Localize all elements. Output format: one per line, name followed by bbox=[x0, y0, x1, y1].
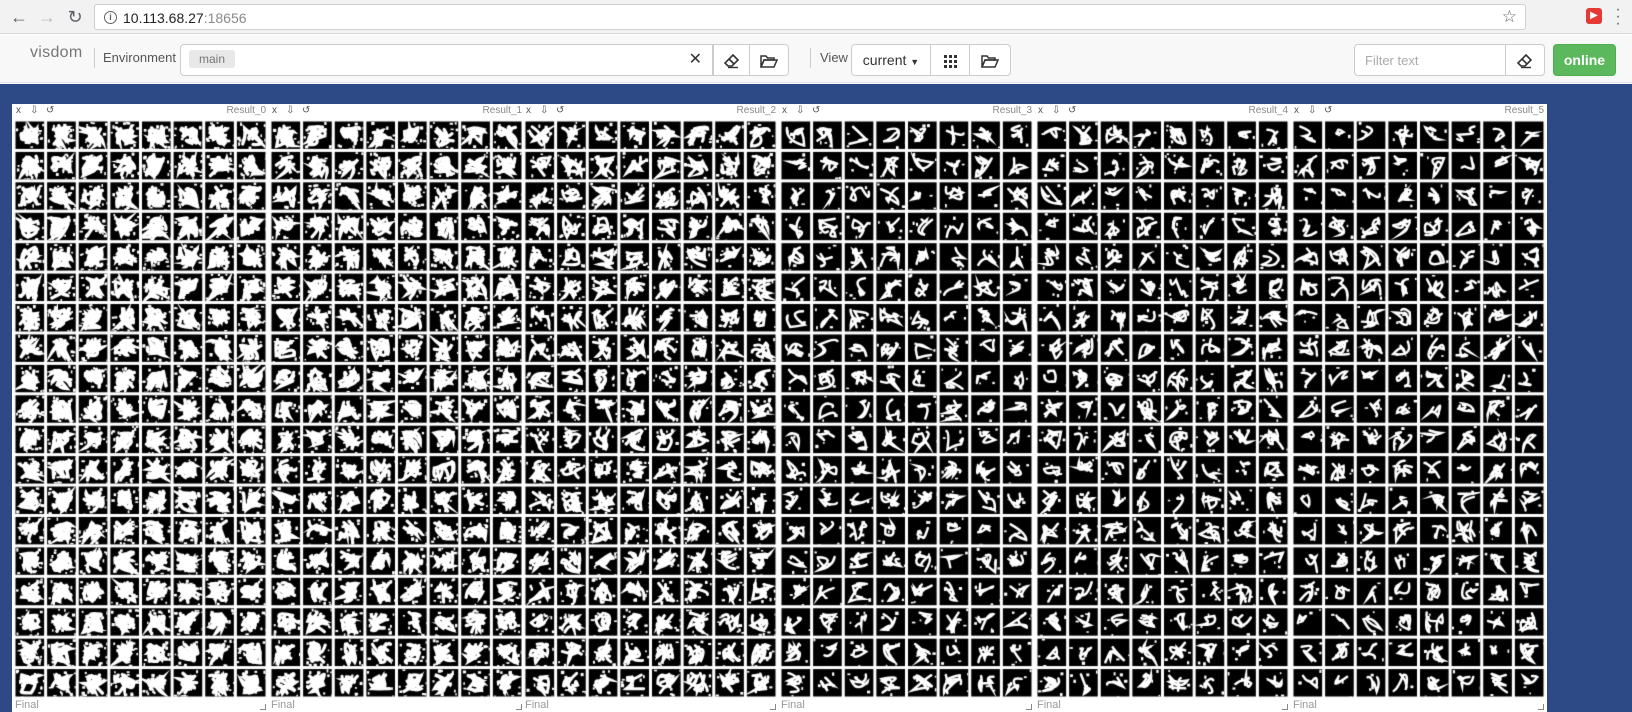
arrow-left-icon[interactable]: ← bbox=[8, 6, 30, 28]
divider bbox=[94, 48, 95, 68]
pane-caption: Final bbox=[781, 699, 805, 711]
info-icon[interactable]: i bbox=[104, 11, 117, 24]
pane-title: Result_4 bbox=[1248, 105, 1288, 116]
pane-title: Result_0 bbox=[226, 105, 266, 116]
download-icon[interactable]: ⇩ bbox=[1308, 104, 1316, 118]
download-icon[interactable]: ⇩ bbox=[286, 104, 294, 118]
url-port: :18656 bbox=[203, 10, 247, 26]
resize-handle-icon[interactable] bbox=[1538, 704, 1544, 710]
eraser-icon bbox=[1516, 54, 1533, 69]
divider bbox=[810, 48, 811, 68]
env-eraser-button[interactable] bbox=[713, 44, 750, 76]
download-icon[interactable]: ⇩ bbox=[30, 104, 38, 118]
close-icon[interactable]: x bbox=[782, 104, 787, 118]
pane-caption: Final bbox=[15, 699, 39, 711]
reset-icon[interactable]: ↺ bbox=[1324, 104, 1332, 118]
online-button[interactable]: online bbox=[1553, 44, 1616, 76]
pane-header: x ⇩ ↺ Result_5 bbox=[1290, 104, 1547, 118]
star-icon[interactable]: ☆ bbox=[1502, 7, 1517, 27]
brand-logo: visdom bbox=[30, 44, 83, 61]
resize-handle-icon[interactable] bbox=[1282, 704, 1288, 710]
image-pane[interactable]: x ⇩ ↺ Result_4 Final bbox=[1034, 104, 1291, 712]
resize-handle-icon[interactable] bbox=[260, 704, 266, 710]
env-folder-button[interactable] bbox=[749, 44, 789, 76]
close-icon[interactable]: ✕ bbox=[689, 49, 702, 69]
folder-open-icon bbox=[759, 55, 779, 69]
reset-icon[interactable]: ↺ bbox=[46, 104, 54, 118]
filter-input[interactable] bbox=[1354, 44, 1506, 76]
view-folder-button[interactable] bbox=[969, 44, 1011, 76]
pane-caption: Final bbox=[271, 699, 295, 711]
view-grid-button[interactable] bbox=[930, 44, 970, 76]
image-pane[interactable]: x ⇩ ↺ Result_2 Final bbox=[522, 104, 779, 712]
reset-icon[interactable]: ↺ bbox=[1068, 104, 1076, 118]
extension-icon[interactable]: ▶ bbox=[1586, 8, 1602, 24]
reset-icon[interactable]: ↺ bbox=[812, 104, 820, 118]
image-grid bbox=[270, 120, 523, 698]
image-pane[interactable]: x ⇩ ↺ Result_1 Final bbox=[268, 104, 525, 712]
filter-eraser-button[interactable] bbox=[1505, 44, 1545, 76]
view-label: View bbox=[820, 50, 848, 65]
grid-icon bbox=[943, 54, 957, 68]
pane-title: Result_3 bbox=[992, 105, 1032, 116]
eraser-icon bbox=[723, 54, 739, 69]
pane-caption: Final bbox=[1293, 699, 1317, 711]
url-host: 10.113.68.27 bbox=[123, 10, 204, 26]
download-icon[interactable]: ⇩ bbox=[1052, 104, 1060, 118]
kebab-menu-icon[interactable]: · · · bbox=[1614, 2, 1622, 32]
close-icon[interactable]: x bbox=[16, 104, 21, 118]
reload-icon[interactable]: ↻ bbox=[64, 6, 86, 28]
image-grid bbox=[524, 120, 777, 698]
reset-icon[interactable]: ↺ bbox=[556, 104, 564, 118]
environment-label: Environment bbox=[103, 50, 176, 65]
url-text: 10.113.68.27:18656 bbox=[123, 10, 247, 26]
pane-title: Result_1 bbox=[482, 105, 522, 116]
image-grid bbox=[1036, 120, 1289, 698]
pane-header: x ⇩ ↺ Result_1 bbox=[268, 104, 525, 118]
caret-down-icon: ▼ bbox=[910, 57, 920, 67]
pane-header: x ⇩ ↺ Result_2 bbox=[522, 104, 779, 118]
download-icon[interactable]: ⇩ bbox=[540, 104, 548, 118]
pane-header: x ⇩ ↺ Result_4 bbox=[1034, 104, 1291, 118]
image-grid bbox=[14, 120, 267, 698]
close-icon[interactable]: x bbox=[272, 104, 277, 118]
close-icon[interactable]: x bbox=[1038, 104, 1043, 118]
arrow-right-icon[interactable]: → bbox=[36, 6, 58, 28]
image-pane[interactable]: x ⇩ ↺ Result_5 Final bbox=[1290, 104, 1547, 712]
image-pane[interactable]: x ⇩ ↺ Result_0 Final bbox=[12, 104, 269, 712]
close-icon[interactable]: x bbox=[526, 104, 531, 118]
download-icon[interactable]: ⇩ bbox=[796, 104, 804, 118]
view-select-button[interactable]: current ▼ bbox=[851, 44, 931, 76]
image-grid bbox=[1292, 120, 1545, 698]
pane-caption: Final bbox=[525, 699, 549, 711]
view-select-value: current bbox=[862, 52, 907, 68]
environment-select[interactable]: main ✕ bbox=[180, 44, 713, 76]
image-pane[interactable]: x ⇩ ↺ Result_3 Final bbox=[778, 104, 1035, 712]
visdom-toolbar: visdom Environment main ✕ View current ▼ bbox=[0, 35, 1632, 83]
browser-toolbar: ← → ↻ i 10.113.68.27:18656 ☆ ▶ · · · bbox=[0, 0, 1632, 34]
pane-header: x ⇩ ↺ Result_0 bbox=[12, 104, 269, 118]
pane-caption: Final bbox=[1037, 699, 1061, 711]
address-bar[interactable]: i 10.113.68.27:18656 ☆ bbox=[94, 4, 1526, 30]
close-icon[interactable]: x bbox=[1294, 104, 1299, 118]
environment-chip[interactable]: main bbox=[189, 50, 236, 68]
pane-title: Result_5 bbox=[1504, 105, 1544, 116]
resize-handle-icon[interactable] bbox=[770, 704, 776, 710]
pane-title: Result_2 bbox=[736, 105, 776, 116]
image-grid bbox=[780, 120, 1033, 698]
pane-header: x ⇩ ↺ Result_3 bbox=[778, 104, 1035, 118]
folder-open-icon bbox=[980, 55, 1000, 69]
resize-handle-icon[interactable] bbox=[1026, 704, 1032, 710]
reset-icon[interactable]: ↺ bbox=[302, 104, 310, 118]
